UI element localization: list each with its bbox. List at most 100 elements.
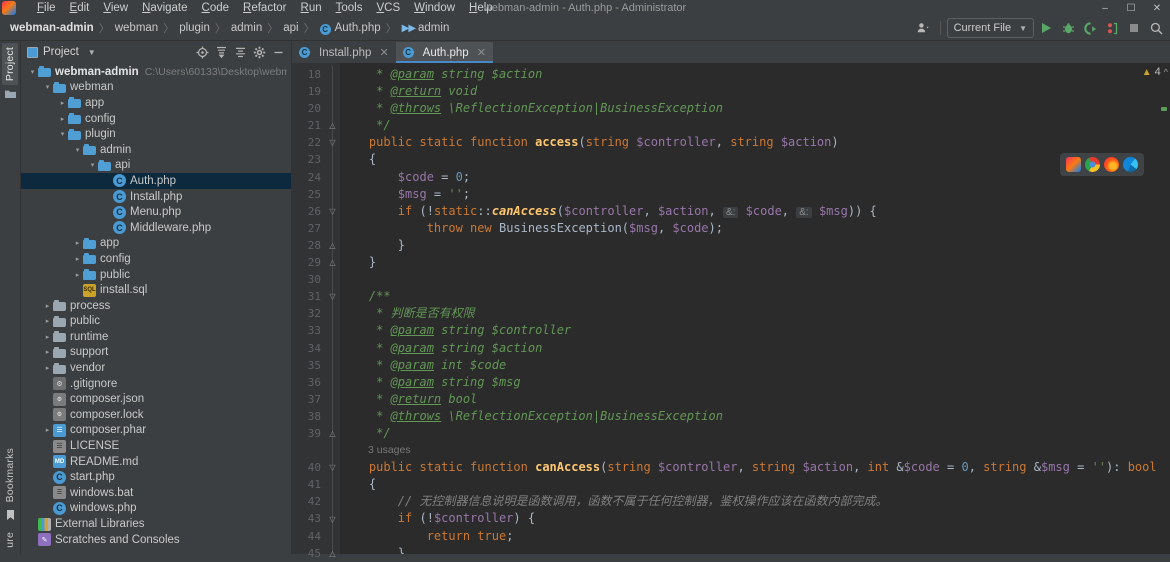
breadcrumb-item-webman[interactable]: webman: [111, 21, 162, 35]
tree-node-composer-lock[interactable]: ⚙ composer.lock: [21, 407, 291, 423]
expand-all-icon[interactable]: [212, 43, 230, 61]
tree-toggle-closed-icon[interactable]: [42, 302, 53, 310]
tree-node-support[interactable]: support: [21, 345, 291, 361]
code-line[interactable]: public static function access(string $co…: [340, 134, 1156, 151]
tree-node-external-libraries[interactable]: External Libraries: [21, 516, 291, 532]
minimize-button[interactable]: –: [1092, 0, 1118, 16]
menu-item-refactor[interactable]: Refactor: [236, 0, 293, 16]
run-with-coverage-icon[interactable]: [1080, 18, 1100, 38]
folder-icon[interactable]: [4, 89, 16, 102]
rail-tab-project[interactable]: Project: [2, 43, 18, 86]
chevron-down-icon[interactable]: ▼: [88, 48, 96, 57]
tree-node-middleware-php[interactable]: C Middleware.php: [21, 220, 291, 236]
close-icon[interactable]: ✕: [477, 46, 486, 59]
tree-node-readme-md[interactable]: MD README.md: [21, 454, 291, 470]
maximize-button[interactable]: ☐: [1118, 0, 1144, 16]
menu-item-navigate[interactable]: Navigate: [135, 0, 194, 16]
user-account-icon[interactable]: [914, 18, 934, 38]
tree-toggle-closed-icon[interactable]: [42, 426, 53, 434]
tree-toggle-closed-icon[interactable]: [57, 99, 68, 107]
close-button[interactable]: ✕: [1144, 0, 1170, 16]
menu-item-tools[interactable]: Tools: [329, 0, 370, 16]
chrome-browser-icon[interactable]: [1085, 157, 1100, 172]
tree-node-app[interactable]: app: [21, 236, 291, 252]
tree-toggle-closed-icon[interactable]: [42, 348, 53, 356]
breadcrumb-item-admin[interactable]: admin: [227, 21, 266, 35]
tree-toggle-open-icon[interactable]: [87, 161, 98, 169]
tree-node-webman-admin[interactable]: webman-admin C:\Users\60133\Desktop\webm: [21, 64, 291, 80]
tree-toggle-closed-icon[interactable]: [57, 115, 68, 123]
code-line[interactable]: {: [340, 476, 1156, 493]
settings-gear-icon[interactable]: [250, 43, 268, 61]
debug-icon[interactable]: [1058, 18, 1078, 38]
close-icon[interactable]: ✕: [379, 46, 388, 59]
project-panel-title-group[interactable]: Project ▼: [27, 46, 96, 58]
tree-node-config[interactable]: config: [21, 251, 291, 267]
code-line[interactable]: // 无控制器信息说明是函数调用，函数不属于任何控制器，鉴权操作应该在函数内部完…: [340, 493, 1156, 510]
tree-toggle-open-icon[interactable]: [27, 68, 38, 76]
tree-toggle-closed-icon[interactable]: [42, 317, 53, 325]
fold-end-icon[interactable]: △: [328, 429, 337, 438]
tree-node-plugin[interactable]: plugin: [21, 126, 291, 142]
tree-node-license[interactable]: ☰ LICENSE: [21, 438, 291, 454]
breadcrumb-item-api[interactable]: api: [279, 21, 302, 35]
code-line[interactable]: * @param string $msg: [340, 374, 1156, 391]
menu-item-help[interactable]: Help: [462, 0, 500, 16]
menu-item-window[interactable]: Window: [407, 0, 462, 16]
tree-node-api[interactable]: api: [21, 158, 291, 174]
menu-item-code[interactable]: Code: [195, 0, 237, 16]
hide-panel-icon[interactable]: [269, 43, 287, 61]
tree-toggle-closed-icon[interactable]: [72, 271, 83, 279]
code-line[interactable]: public static function canAccess(string …: [340, 459, 1156, 476]
menu-item-edit[interactable]: Edit: [63, 0, 97, 16]
code-line[interactable]: throw new BusinessException($msg, $code)…: [340, 220, 1156, 237]
menu-item-vcs[interactable]: VCS: [369, 0, 407, 16]
tree-node-process[interactable]: process: [21, 298, 291, 314]
code-line[interactable]: }: [340, 254, 1156, 271]
code-line[interactable]: /**: [340, 288, 1156, 305]
rail-tab-structure[interactable]: ure: [2, 528, 18, 552]
menu-item-view[interactable]: View: [96, 0, 135, 16]
search-everywhere-icon[interactable]: [1146, 18, 1166, 38]
code-content[interactable]: * @param string $action * @return void *…: [340, 63, 1156, 554]
tree-toggle-open-icon[interactable]: [42, 83, 53, 91]
rail-tab-bookmarks[interactable]: Bookmarks: [2, 444, 18, 506]
fold-start-icon[interactable]: ▽: [328, 138, 337, 147]
tree-toggle-open-icon[interactable]: [72, 146, 83, 154]
tree-node-webman[interactable]: webman: [21, 80, 291, 96]
code-line[interactable]: $msg = '';: [340, 186, 1156, 203]
tree-node-app[interactable]: app: [21, 95, 291, 111]
locate-icon[interactable]: [193, 43, 211, 61]
editor-tab-install-php[interactable]: C Install.php ✕: [292, 42, 396, 63]
fold-start-icon[interactable]: ▽: [328, 292, 337, 301]
code-line[interactable]: */: [340, 425, 1156, 442]
tree-toggle-closed-icon[interactable]: [42, 333, 53, 341]
fold-end-icon[interactable]: △: [328, 121, 337, 130]
tree-node-composer-phar[interactable]: ☰ composer.phar: [21, 423, 291, 439]
breadcrumb-item-plugin[interactable]: plugin: [175, 21, 214, 35]
tree-node-windows-php[interactable]: Cwindows.php: [21, 501, 291, 517]
profiler-icon[interactable]: [1102, 18, 1122, 38]
tree-node-config[interactable]: config: [21, 111, 291, 127]
tree-node-windows-bat[interactable]: ☰ windows.bat: [21, 485, 291, 501]
code-line[interactable]: * @return bool: [340, 391, 1156, 408]
tree-node-admin[interactable]: admin: [21, 142, 291, 158]
breadcrumb-item-admin[interactable]: ▶▶ admin: [398, 21, 454, 35]
chevron-up-icon[interactable]: ^: [1164, 67, 1168, 77]
code-line[interactable]: * @param string $controller: [340, 322, 1156, 339]
fold-start-icon[interactable]: ▽: [328, 515, 337, 524]
fold-end-icon[interactable]: △: [328, 549, 337, 558]
usages-inlay[interactable]: 3 usages: [340, 442, 1156, 459]
code-line[interactable]: * @throws \ReflectionException|BusinessE…: [340, 408, 1156, 425]
project-tree[interactable]: webman-adminC:\Users\60133\Desktop\webmw…: [21, 63, 291, 554]
tree-node-scratches-and-consoles[interactable]: ✎ Scratches and Consoles: [21, 532, 291, 548]
menu-item-run[interactable]: Run: [294, 0, 329, 16]
code-line[interactable]: [340, 271, 1156, 288]
tree-node-public[interactable]: public: [21, 267, 291, 283]
tree-toggle-open-icon[interactable]: [57, 130, 68, 138]
code-line[interactable]: * @throws \ReflectionException|BusinessE…: [340, 100, 1156, 117]
code-line[interactable]: * @param string $action: [340, 66, 1156, 83]
code-line[interactable]: if (!static::canAccess($controller, $act…: [340, 203, 1156, 220]
tree-node-composer-json[interactable]: ⚙ composer.json: [21, 391, 291, 407]
code-line[interactable]: }: [340, 545, 1156, 554]
